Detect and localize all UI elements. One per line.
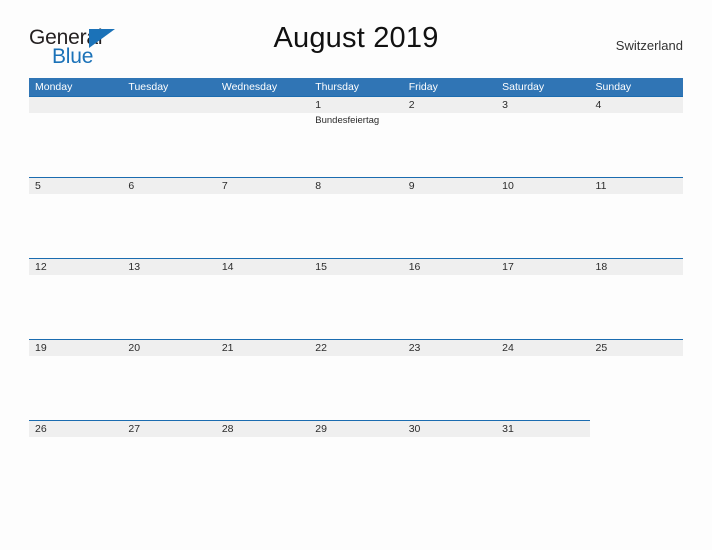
day-number: 10 [502, 180, 514, 192]
calendar-page: General Blue August 2019 Switzerland Mon… [0, 0, 712, 550]
calendar-day-cell[interactable]: 28 [216, 421, 309, 501]
page-header: General Blue August 2019 Switzerland [29, 22, 683, 72]
calendar-day-cell[interactable]: 5 [29, 178, 122, 258]
day-of-week-header-tuesday: Tuesday [128, 81, 169, 93]
day-of-week-header-thursday: Thursday [315, 81, 360, 93]
week-cells: 12 13 14 15 16 17 18 [29, 259, 683, 339]
week-cells: 1 Bundesfeiertag 2 3 4 [29, 97, 683, 177]
calendar-day-cell[interactable]: 15 [309, 259, 402, 339]
calendar-day-cell[interactable]: 16 [403, 259, 496, 339]
day-number: 14 [221, 261, 234, 273]
calendar-day-cell[interactable]: 21 [216, 340, 309, 420]
calendar-day-cell[interactable]: 23 [403, 340, 496, 420]
calendar-week-row: 12 13 14 15 16 17 18 [29, 258, 683, 339]
calendar-day-cell[interactable]: 2 [403, 97, 496, 177]
day-of-week-header-sunday: Sunday [595, 81, 632, 93]
day-number: 9 [408, 180, 415, 192]
calendar-week-row: 19 20 21 22 23 24 25 [29, 339, 683, 420]
day-number: 13 [128, 261, 141, 273]
day-number: 29 [315, 423, 327, 435]
calendar-day-cell[interactable]: 29 [309, 421, 402, 501]
calendar-weeks: 1 Bundesfeiertag 2 3 4 5 6 7 8 9 10 11 12 13 14 15 16 17 1… [29, 96, 683, 501]
calendar-day-cell[interactable]: 20 [122, 340, 215, 420]
page-title: August 2019 [273, 22, 439, 54]
calendar-day-cell[interactable]: 27 [122, 421, 215, 501]
calendar-day-cell-empty [122, 97, 215, 177]
calendar-day-cell[interactable]: 11 [590, 178, 683, 258]
week-cells: 19 20 21 22 23 24 25 [29, 340, 683, 420]
day-number: 17 [502, 261, 514, 273]
calendar-day-cell[interactable]: 31 [496, 421, 589, 501]
week-cells: 26 27 28 29 30 31 [29, 421, 683, 501]
calendar-week-row: 5 6 7 8 9 10 11 [29, 177, 683, 258]
day-number: 1 [315, 99, 322, 111]
calendar-day-cell[interactable]: 14 [216, 259, 309, 339]
day-number: 20 [128, 342, 141, 354]
day-of-week-header-friday: Friday [408, 81, 438, 93]
calendar-day-cell[interactable]: 1 Bundesfeiertag [309, 97, 402, 177]
day-number: 16 [408, 261, 421, 273]
day-number: 6 [128, 180, 135, 192]
calendar-day-cell[interactable]: 8 [309, 178, 402, 258]
day-number: 25 [595, 342, 608, 354]
day-number: 3 [502, 99, 508, 111]
day-number: 19 [35, 342, 47, 354]
calendar-day-cell[interactable]: 9 [403, 178, 496, 258]
day-of-week-header-wednesday: Wednesday [221, 81, 278, 93]
calendar-day-cell[interactable]: 7 [216, 178, 309, 258]
calendar-week-row: 26 27 28 29 30 31 [29, 420, 683, 501]
calendar-day-cell[interactable]: 25 [590, 340, 683, 420]
day-number: 18 [595, 261, 608, 273]
calendar-day-cell[interactable]: 19 [29, 340, 122, 420]
day-number: 22 [315, 342, 327, 354]
calendar-day-cell[interactable]: 18 [590, 259, 683, 339]
calendar-day-cell-empty [29, 97, 122, 177]
day-number: 23 [408, 342, 421, 354]
day-number: 8 [315, 180, 322, 192]
region-label: Switzerland [615, 38, 683, 53]
calendar-day-cell[interactable]: 17 [496, 259, 589, 339]
calendar-day-cell[interactable]: 24 [496, 340, 589, 420]
calendar-day-cell[interactable]: 3 [496, 97, 589, 177]
calendar-day-cell[interactable]: 26 [29, 421, 122, 501]
calendar-day-cell[interactable]: 22 [309, 340, 402, 420]
calendar-day-cell[interactable]: 30 [403, 421, 496, 501]
week-cells: 5 6 7 8 9 10 11 [29, 178, 683, 258]
day-number: 27 [128, 423, 141, 435]
calendar-day-cell[interactable]: 12 [29, 259, 122, 339]
day-number: 5 [35, 180, 41, 192]
calendar-grid: Monday Tuesday Wednesday Thursday Friday Satu… [29, 78, 683, 501]
day-number: 11 [595, 180, 607, 192]
day-number: 31 [502, 423, 514, 435]
calendar-day-cell[interactable]: 13 [122, 259, 215, 339]
calendar-day-cell[interactable]: 6 [122, 178, 215, 258]
calendar-week-row: 1 Bundesfeiertag 2 3 4 [29, 96, 683, 177]
day-number: 28 [221, 423, 234, 435]
day-number: 30 [408, 423, 421, 435]
day-number: 4 [595, 99, 602, 111]
day-event-label: Bundesfeiertag [315, 115, 380, 126]
day-number: 15 [315, 261, 327, 273]
day-number: 21 [221, 342, 234, 354]
generalblue-logo[interactable]: General Blue [29, 26, 139, 72]
day-number: 26 [35, 423, 47, 435]
calendar-day-cell-empty [216, 97, 309, 177]
calendar-day-cell[interactable]: 10 [496, 178, 589, 258]
day-number: 12 [35, 261, 47, 273]
day-of-week-header-saturday: Saturday [502, 81, 545, 93]
calendar-day-cell[interactable]: 4 [590, 97, 683, 177]
day-of-week-header-monday: Monday [35, 81, 73, 93]
logo-text-blue: Blue [52, 45, 94, 68]
day-number: 2 [408, 99, 415, 111]
day-of-week-header-row: Monday Tuesday Wednesday Thursday Friday Satu… [29, 78, 683, 96]
day-number: 24 [502, 342, 514, 354]
calendar-day-cell-empty [590, 421, 683, 501]
day-number: 7 [221, 180, 228, 192]
